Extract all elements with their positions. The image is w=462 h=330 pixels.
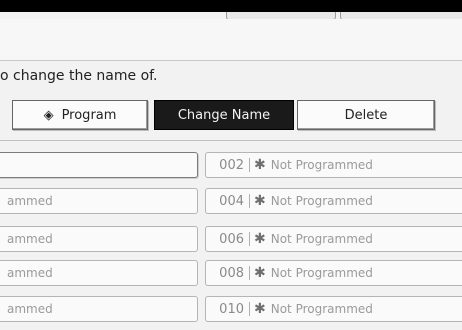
- change-name-button[interactable]: Change Name: [154, 100, 294, 130]
- divider: [0, 140, 462, 141]
- asterisk-icon: ✱: [254, 231, 266, 247]
- top-bar: [0, 0, 462, 12]
- program-slot-002[interactable]: 002 ✱ Not Programmed: [205, 152, 462, 178]
- slot-separator: [249, 232, 250, 246]
- slot-label: ammed: [7, 302, 53, 316]
- program-button-label: Program: [61, 107, 117, 123]
- slot-separator: [249, 266, 250, 280]
- program-slot-left-2[interactable]: ammed: [0, 188, 198, 214]
- program-slot-006[interactable]: 006 ✱ Not Programmed: [205, 226, 462, 252]
- slot-label: Not Programmed: [270, 266, 373, 280]
- slot-number: 004: [219, 193, 244, 209]
- title-area: [0, 19, 462, 61]
- delete-button[interactable]: Delete: [297, 100, 435, 130]
- slot-number: 010: [219, 301, 244, 317]
- program-slot-left-1[interactable]: [0, 152, 198, 178]
- instruction-text: o change the name of.: [0, 68, 158, 84]
- program-slot-008[interactable]: 008 ✱ Not Programmed: [205, 260, 462, 286]
- delete-button-label: Delete: [344, 107, 388, 123]
- slot-separator: [249, 194, 250, 208]
- slot-number: 006: [219, 231, 244, 247]
- program-slot-left-5[interactable]: ammed: [0, 296, 198, 322]
- asterisk-icon: ✱: [254, 157, 266, 173]
- slot-label: Not Programmed: [270, 302, 373, 316]
- slot-label: Not Programmed: [270, 194, 373, 208]
- change-name-button-label: Change Name: [177, 107, 271, 123]
- slot-separator: [249, 158, 250, 172]
- program-slot-left-3[interactable]: ammed: [0, 226, 198, 252]
- slot-label: Not Programmed: [270, 232, 373, 246]
- asterisk-icon: ✱: [254, 265, 266, 281]
- slot-label: ammed: [7, 232, 53, 246]
- program-slot-left-4[interactable]: ammed: [0, 260, 198, 286]
- program-slot-004[interactable]: 004 ✱ Not Programmed: [205, 188, 462, 214]
- slot-number: 002: [219, 157, 244, 173]
- slot-label: ammed: [7, 194, 53, 208]
- slot-separator: [249, 302, 250, 316]
- slot-number: 008: [219, 265, 244, 281]
- asterisk-icon: ✱: [254, 193, 266, 209]
- program-diamond-icon: ◈: [43, 107, 54, 123]
- program-slot-010[interactable]: 010 ✱ Not Programmed: [205, 296, 462, 322]
- asterisk-icon: ✱: [254, 301, 266, 317]
- slot-label: ammed: [7, 266, 53, 280]
- slot-label: Not Programmed: [270, 158, 373, 172]
- program-button[interactable]: ◈ Program: [12, 100, 148, 130]
